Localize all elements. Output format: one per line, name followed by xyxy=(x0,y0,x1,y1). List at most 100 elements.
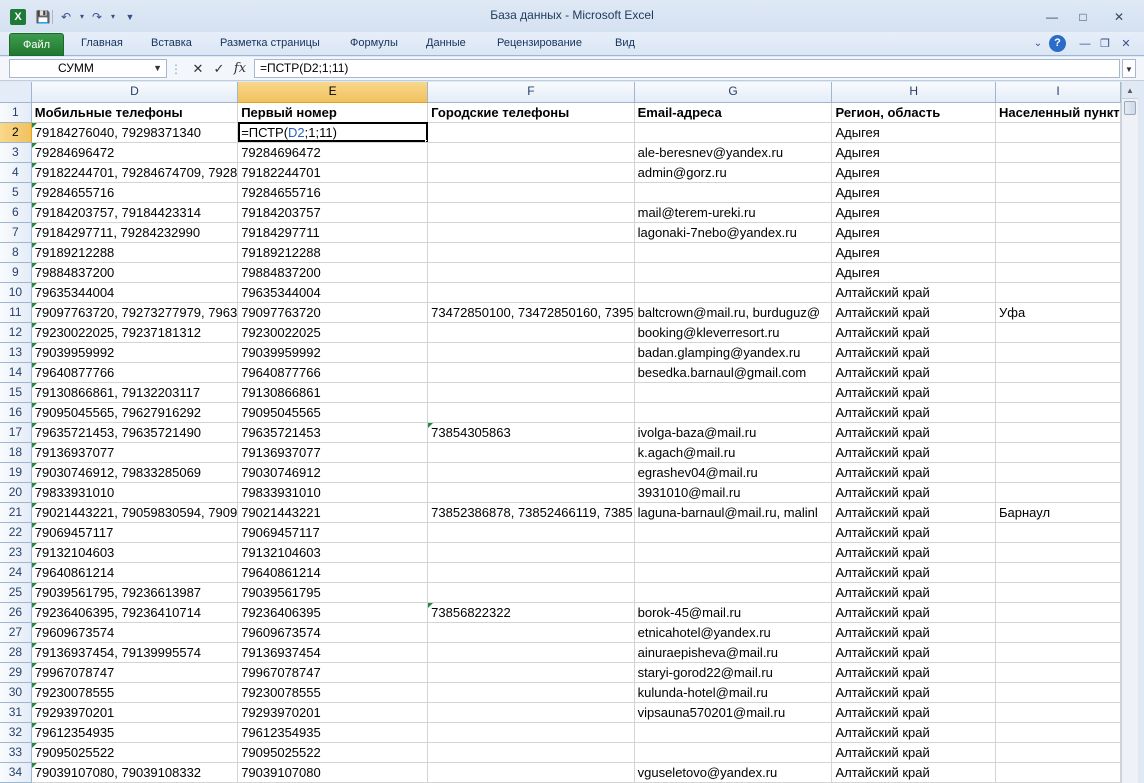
cell-g31[interactable]: vipsauna570201@mail.ru xyxy=(634,702,833,723)
cell-f30[interactable] xyxy=(427,682,635,703)
cell-d16[interactable]: 79095045565, 79627916292 xyxy=(31,402,239,423)
cell-h28[interactable]: Алтайский край xyxy=(831,642,996,663)
cancel-icon[interactable]: ✕ xyxy=(190,60,206,77)
cell-g4[interactable]: admin@gorz.ru xyxy=(634,162,833,183)
cell-f33[interactable] xyxy=(427,742,635,763)
cell-f19[interactable] xyxy=(427,462,635,483)
name-box[interactable]: СУММ ▼ xyxy=(9,59,167,78)
cell-d5[interactable]: 79284655716 xyxy=(31,182,239,203)
cell-f27[interactable] xyxy=(427,622,635,643)
row-header[interactable]: 34 xyxy=(0,762,32,783)
cell-f13[interactable] xyxy=(427,342,635,363)
row-header[interactable]: 9 xyxy=(0,262,32,283)
workbook-minimize-icon[interactable]: — xyxy=(1077,36,1093,52)
row-header[interactable]: 16 xyxy=(0,402,32,423)
cell-h32[interactable]: Алтайский край xyxy=(831,722,996,743)
cell-h3[interactable]: Адыгея xyxy=(831,142,996,163)
cell-g26[interactable]: borok-45@mail.ru xyxy=(634,602,833,623)
cell-f22[interactable] xyxy=(427,522,635,543)
cell-f3[interactable] xyxy=(427,142,635,163)
tab-file[interactable]: Файл xyxy=(9,33,64,56)
cell-e4[interactable]: 79182244701 xyxy=(237,162,429,183)
row-header[interactable]: 23 xyxy=(0,542,32,563)
cell-e26[interactable]: 79236406395 xyxy=(237,602,429,623)
tab-page-layout[interactable]: Разметка страницы xyxy=(220,37,320,49)
cell-h29[interactable]: Алтайский край xyxy=(831,662,996,683)
cell-d1[interactable]: Мобильные телефоны xyxy=(31,102,239,123)
cell-d10[interactable]: 79635344004 xyxy=(31,282,239,303)
cell-e19[interactable]: 79030746912 xyxy=(237,462,429,483)
cell-e8[interactable]: 79189212288 xyxy=(237,242,429,263)
column-header-d[interactable]: D xyxy=(31,82,239,103)
row-header[interactable]: 25 xyxy=(0,582,32,603)
cell-e7[interactable]: 79184297711 xyxy=(237,222,429,243)
row-header[interactable]: 10 xyxy=(0,282,32,303)
cell-h2[interactable]: Адыгея xyxy=(831,122,996,143)
cell-d4[interactable]: 79182244701, 79284674709, 7928 xyxy=(31,162,239,183)
cell-f5[interactable] xyxy=(427,182,635,203)
cell-h5[interactable]: Адыгея xyxy=(831,182,996,203)
cell-f4[interactable] xyxy=(427,162,635,183)
row-header[interactable]: 15 xyxy=(0,382,32,403)
cell-e6[interactable]: 79184203757 xyxy=(237,202,429,223)
cell-d30[interactable]: 79230078555 xyxy=(31,682,239,703)
row-header[interactable]: 22 xyxy=(0,522,32,543)
column-header-g[interactable]: G xyxy=(634,82,833,103)
row-header[interactable]: 24 xyxy=(0,562,32,583)
scrollbar-thumb[interactable] xyxy=(1124,101,1136,115)
cell-i11[interactable]: Уфа xyxy=(995,302,1121,323)
cell-h20[interactable]: Алтайский край xyxy=(831,482,996,503)
cell-f31[interactable] xyxy=(427,702,635,723)
cell-i22[interactable] xyxy=(995,522,1121,543)
cell-d33[interactable]: 79095025522 xyxy=(31,742,239,763)
cell-e23[interactable]: 79132104603 xyxy=(237,542,429,563)
cell-f21[interactable]: 73852386878, 73852466119, 7385 xyxy=(427,502,635,523)
cell-d9[interactable]: 79884837200 xyxy=(31,262,239,283)
cell-i2[interactable] xyxy=(995,122,1121,143)
cell-e3[interactable]: 79284696472 xyxy=(237,142,429,163)
cell-h14[interactable]: Алтайский край xyxy=(831,362,996,383)
tab-formulas[interactable]: Формулы xyxy=(350,37,398,49)
cell-g29[interactable]: staryi-gorod22@mail.ru xyxy=(634,662,833,683)
ribbon-collapse-icon[interactable]: ⌄ xyxy=(1030,36,1046,52)
row-header[interactable]: 33 xyxy=(0,742,32,763)
cell-d23[interactable]: 79132104603 xyxy=(31,542,239,563)
cell-d29[interactable]: 79967078747 xyxy=(31,662,239,683)
cell-g32[interactable] xyxy=(634,722,833,743)
cell-f34[interactable] xyxy=(427,762,635,783)
cell-f28[interactable] xyxy=(427,642,635,663)
cell-i14[interactable] xyxy=(995,362,1121,383)
cell-f1[interactable]: Городские телефоны xyxy=(427,102,635,123)
row-header[interactable]: 1 xyxy=(0,102,32,123)
tab-view[interactable]: Вид xyxy=(615,37,635,49)
cell-d8[interactable]: 79189212288 xyxy=(31,242,239,263)
cell-h22[interactable]: Алтайский край xyxy=(831,522,996,543)
cell-h8[interactable]: Адыгея xyxy=(831,242,996,263)
cell-d24[interactable]: 79640861214 xyxy=(31,562,239,583)
cell-i3[interactable] xyxy=(995,142,1121,163)
cell-g11[interactable]: baltcrown@mail.ru, burduguz@ xyxy=(634,302,833,323)
cell-e34[interactable]: 79039107080 xyxy=(237,762,429,783)
cell-f8[interactable] xyxy=(427,242,635,263)
cell-h11[interactable]: Алтайский край xyxy=(831,302,996,323)
cell-g13[interactable]: badan.glamping@yandex.ru xyxy=(634,342,833,363)
cell-i19[interactable] xyxy=(995,462,1121,483)
cell-f32[interactable] xyxy=(427,722,635,743)
name-box-dropdown-icon[interactable]: ▼ xyxy=(153,60,162,77)
cell-e22[interactable]: 79069457117 xyxy=(237,522,429,543)
cell-i32[interactable] xyxy=(995,722,1121,743)
cell-e25[interactable]: 79039561795 xyxy=(237,582,429,603)
row-header[interactable]: 2 xyxy=(0,122,32,143)
cell-g9[interactable] xyxy=(634,262,833,283)
cell-e11[interactable]: 79097763720 xyxy=(237,302,429,323)
cell-d13[interactable]: 79039959992 xyxy=(31,342,239,363)
cell-f20[interactable] xyxy=(427,482,635,503)
cell-d32[interactable]: 79612354935 xyxy=(31,722,239,743)
row-header[interactable]: 5 xyxy=(0,182,32,203)
cell-d27[interactable]: 79609673574 xyxy=(31,622,239,643)
cell-f18[interactable] xyxy=(427,442,635,463)
row-header[interactable]: 14 xyxy=(0,362,32,383)
row-header[interactable]: 32 xyxy=(0,722,32,743)
cell-i8[interactable] xyxy=(995,242,1121,263)
cell-g6[interactable]: mail@terem-ureki.ru xyxy=(634,202,833,223)
